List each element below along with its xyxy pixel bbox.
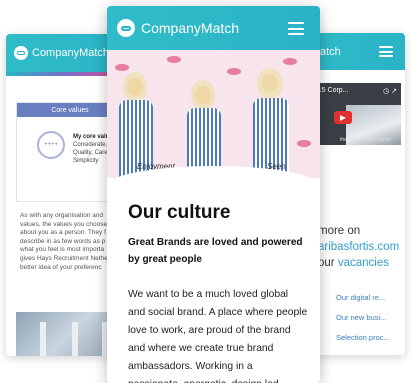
center-phone-header: CompanyMatch xyxy=(107,6,320,50)
culture-body-text: We want to be a much loved global and so… xyxy=(128,289,308,383)
left-phone-brand: CompanyMatch xyxy=(32,47,110,59)
center-phone-brand: CompanyMatch xyxy=(141,20,240,36)
app-screenshot-stage: CompanyMatch Core values ++++ My core va… xyxy=(0,0,412,383)
play-icon[interactable] xyxy=(334,111,352,124)
right-phone-brand: atch xyxy=(320,45,341,58)
more-info-text: more on aribasfortis.com our vacancies xyxy=(318,223,399,271)
link-new-business[interactable]: Our new busi... xyxy=(336,313,390,333)
page-subtitle: Great Brands are loved and powered by gr… xyxy=(128,237,303,265)
core-values-badge-label: ++++ xyxy=(43,142,58,148)
more-on-label: more on xyxy=(318,225,361,237)
core-values-badge-icon: ++++ xyxy=(37,131,65,159)
link-digital[interactable]: Our digital re... xyxy=(336,293,390,313)
hamburger-menu-icon[interactable] xyxy=(288,22,304,35)
page-title: Our culture xyxy=(128,202,231,223)
video-player[interactable]: 2015 Corp... ◷ ↗ the benefit of its clie… xyxy=(306,83,401,145)
company-logo-icon xyxy=(117,19,135,37)
center-phone-screen: CompanyMatch Enjoyment Seen Our culture … xyxy=(107,6,320,383)
video-share-icons[interactable]: ◷ ↗ xyxy=(383,87,397,95)
right-phone-link-list: Our digital re... Our new busi... Select… xyxy=(336,293,390,353)
video-caption: the benefit of its clients xyxy=(340,137,391,143)
culture-hero-image: Enjoyment Seen xyxy=(107,50,320,178)
vacancies-link[interactable]: vacancies xyxy=(338,257,389,269)
hamburger-menu-icon[interactable] xyxy=(379,46,393,57)
link-selection-process[interactable]: Selection proc... xyxy=(336,333,390,353)
our-label: our xyxy=(318,257,335,269)
company-logo-icon xyxy=(14,46,28,60)
website-link[interactable]: aribasfortis.com xyxy=(318,241,399,253)
